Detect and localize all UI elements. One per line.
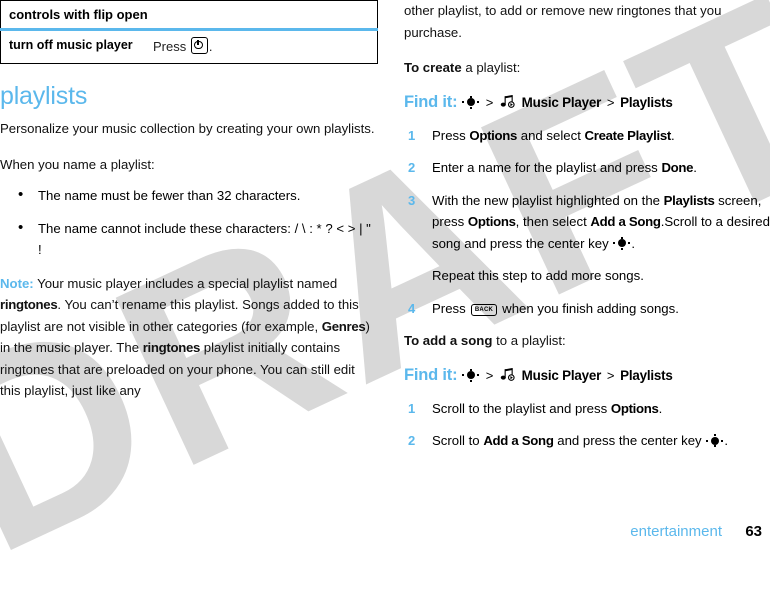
table-row-value-suffix: . — [208, 39, 213, 54]
manual-page: controls with flip open turn off music p… — [0, 0, 770, 546]
add-steps: 1 Scroll to the playlist and press Optio… — [404, 398, 770, 452]
list-item: The name must be fewer than 32 character… — [0, 184, 378, 207]
step-seg: when you finish adding songs. — [498, 300, 679, 316]
step-number: 2 — [408, 433, 416, 448]
note-label: Note: — [0, 275, 34, 291]
note-part1: Your music player includes a special pla… — [33, 275, 338, 291]
step-number: 4 — [408, 300, 416, 316]
step-seg: Scroll to — [432, 433, 484, 448]
ui-term-options: Options — [467, 214, 516, 229]
list-item: 2 Enter a name for the playlist and pres… — [404, 157, 770, 179]
list-item: 2 Scroll to Add a Song and press the cen… — [404, 430, 770, 452]
table-header-label: controls with flip open — [0, 0, 378, 31]
table-row-label: turn off music player — [9, 38, 133, 52]
ui-term-playlists: Playlists — [663, 192, 715, 208]
navigation-key-icon — [706, 434, 724, 447]
step-seg: and select — [517, 127, 585, 143]
list-item: 3 With the new playlist highlighted on t… — [404, 190, 770, 287]
path-separator: > — [485, 94, 494, 110]
path-separator: > — [606, 367, 615, 383]
step-text: Press Options and select Create Playlist… — [432, 128, 675, 143]
step-seg: Press — [432, 127, 470, 143]
add-section-lead-bold: To add a song — [404, 333, 493, 348]
ui-term-add-a-song: Add a Song — [483, 433, 554, 448]
findit-item-playlists: Playlists — [620, 367, 673, 383]
naming-rules-list: The name must be fewer than 32 character… — [0, 184, 378, 261]
step-seg: . — [693, 160, 697, 175]
step-text: Scroll to the playlist and press Options… — [432, 401, 662, 416]
step-seg: Press — [432, 300, 470, 316]
create-steps: 1 Press Options and select Create Playli… — [404, 125, 770, 320]
ui-term-done: Done — [661, 160, 694, 175]
findit-label: Find it: — [404, 365, 458, 384]
step-seg: . — [670, 127, 675, 143]
list-item: The name cannot include these characters… — [0, 217, 378, 261]
right-column: other playlist, to add or remove new rin… — [404, 0, 770, 463]
findit-item-music-player: Music Player — [521, 94, 602, 110]
table-row-value-prefix: Press — [153, 39, 187, 54]
intro-paragraph: Personalize your music collection by cre… — [0, 121, 375, 136]
step-seg: . — [658, 400, 663, 416]
naming-lead: When you name a playlist: — [0, 156, 155, 172]
findit-item-playlists: Playlists — [620, 94, 673, 110]
power-key-icon — [190, 37, 208, 54]
step-seg: Scroll to the playlist and press — [432, 400, 611, 416]
footer-page-number: 63 — [745, 523, 762, 540]
ui-term-add-a-song: Add a Song — [590, 214, 661, 229]
step-text: With the new playlist highlighted on the… — [432, 193, 770, 251]
note-term-ringtones-2: ringtones — [142, 340, 201, 355]
continuation-paragraph: other playlist, to add or remove new rin… — [404, 3, 722, 40]
music-player-icon — [500, 94, 516, 108]
step-number: 1 — [408, 127, 416, 143]
back-key-icon: BACK — [471, 303, 497, 316]
step-seg: With the new playlist highlighted on the — [432, 192, 664, 208]
step-number: 3 — [408, 192, 416, 208]
step-text: Scroll to Add a Song and press the cente… — [432, 433, 728, 448]
step-text: Enter a name for the playlist and press … — [432, 160, 697, 175]
table-row: turn off music player Press . — [1, 30, 378, 64]
findit-create: Find it: > Music Player > Playlists — [404, 92, 770, 113]
step-seg: and press the center key — [553, 433, 706, 448]
table-row-value: Press . — [145, 30, 378, 64]
left-column: controls with flip open turn off music p… — [0, 0, 378, 416]
step-sub-paragraph: Repeat this step to add more songs. — [432, 268, 644, 283]
path-separator: > — [606, 94, 615, 110]
step-seg: . — [631, 235, 636, 251]
ui-term-options: Options — [469, 127, 518, 143]
add-section-lead-rest: to a playlist: — [492, 333, 566, 348]
step-seg: Enter a name for the playlist and press — [432, 160, 662, 175]
findit-label: Find it: — [404, 92, 458, 111]
step-number: 1 — [408, 400, 416, 416]
page-title: playlists — [0, 82, 88, 110]
step-seg: . — [724, 433, 728, 448]
note-term-genres: Genres — [321, 318, 366, 334]
add-section-lead: To add a song to a playlist: — [404, 330, 770, 352]
ui-term-create-playlist: Create Playlist — [584, 127, 672, 143]
create-section-lead-rest: a playlist: — [461, 60, 521, 75]
step-number: 2 — [408, 160, 416, 175]
list-item: 4 Press BACK when you finish adding song… — [404, 298, 770, 320]
note-paragraph: Note: Your music player includes a speci… — [0, 273, 378, 402]
navigation-key-icon — [462, 95, 480, 109]
page-footer: entertainment 63 — [0, 506, 770, 546]
ui-term-options: Options — [610, 400, 659, 416]
findit-item-music-player: Music Player — [521, 367, 602, 383]
step-text: Press BACK when you finish adding songs. — [432, 301, 679, 316]
music-player-icon — [500, 367, 516, 381]
findit-add: Find it: > Music Player > Playlists — [404, 365, 770, 386]
navigation-key-icon — [613, 236, 631, 250]
footer-chapter-name: entertainment — [630, 523, 722, 540]
create-section-lead-bold: To create — [404, 60, 462, 75]
step-seg: , then select — [515, 214, 591, 229]
path-separator: > — [485, 367, 494, 383]
list-item: 1 Press Options and select Create Playli… — [404, 125, 770, 147]
table-header-row: controls with flip open — [0, 0, 378, 31]
controls-table: controls with flip open turn off music p… — [0, 0, 378, 64]
note-term-ringtones: ringtones — [0, 297, 58, 312]
create-section-lead: To create a playlist: — [404, 57, 770, 79]
list-item: 1 Scroll to the playlist and press Optio… — [404, 398, 770, 420]
navigation-key-icon — [462, 368, 480, 382]
